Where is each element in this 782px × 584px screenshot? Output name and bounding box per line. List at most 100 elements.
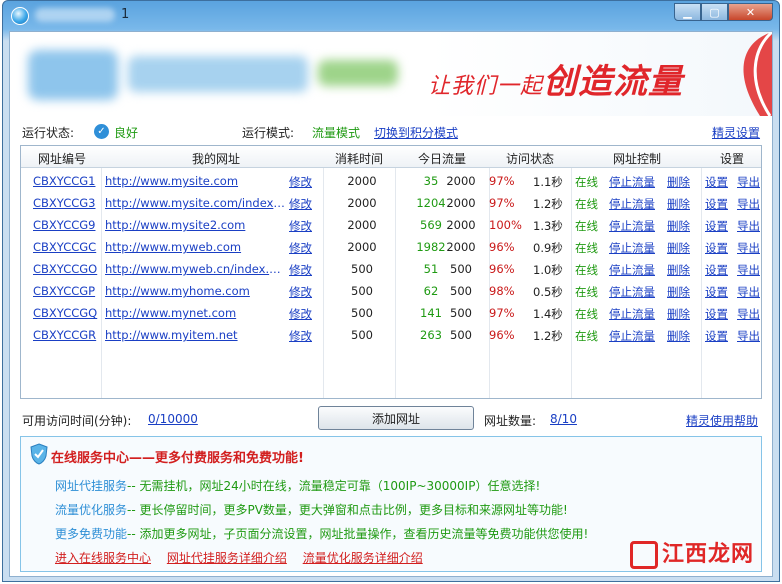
row-settings-link[interactable]: 设置: [705, 174, 728, 190]
service-line-value: -- 更长停留时间，更多PV数量，更大弹窗和点击比例，更多目标和来源网址等功能!: [127, 503, 568, 517]
row-export-link[interactable]: 导出: [737, 240, 760, 256]
switch-mode-link[interactable]: 切换到积分模式: [374, 124, 458, 141]
app-window: 1 ▁ ▢ ✕ 让我们一起创造流量 运行状态: ✓ 良好 运行模式: 流量模式 …: [2, 0, 780, 582]
service-line-key: 流量优化服务: [55, 503, 128, 517]
status-line: 运行状态: ✓ 良好 运行模式: 流量模式 切换到积分模式 精灵设置: [22, 123, 762, 141]
row-export-link[interactable]: 导出: [737, 218, 760, 234]
row-today-traffic: 569: [420, 218, 442, 232]
row-url-link[interactable]: http://www.mysite2.com: [105, 218, 285, 232]
row-delete-link[interactable]: 删除: [667, 196, 690, 212]
row-percent: 97%: [489, 196, 515, 210]
hosting-detail-link[interactable]: 网址代挂服务详细介绍: [167, 551, 287, 565]
banner-slogan: 让我们一起创造流量: [428, 54, 683, 103]
row-stop-link[interactable]: 停止流量: [609, 306, 655, 322]
title-bar[interactable]: 1 ▁ ▢ ✕: [3, 1, 779, 31]
row-settings-link[interactable]: 设置: [705, 306, 728, 322]
row-export-link[interactable]: 导出: [737, 174, 760, 190]
row-url-link[interactable]: http://www.myitem.net: [105, 328, 285, 342]
row-stop-link[interactable]: 停止流量: [609, 218, 655, 234]
row-edit-link[interactable]: 修改: [289, 328, 312, 344]
row-stop-link[interactable]: 停止流量: [609, 262, 655, 278]
row-stop-link[interactable]: 停止流量: [609, 196, 655, 212]
maximize-button[interactable]: ▢: [701, 3, 728, 21]
row-settings-link[interactable]: 设置: [705, 328, 728, 344]
row-export-link[interactable]: 导出: [737, 196, 760, 212]
settings-link[interactable]: 精灵设置: [712, 124, 760, 141]
row-today-traffic: 263: [420, 328, 442, 342]
row-delete-link[interactable]: 删除: [667, 218, 690, 234]
row-url-link[interactable]: http://www.mysite.com/index....: [105, 196, 285, 210]
count-value-link[interactable]: 8/10: [550, 412, 577, 426]
row-export-link[interactable]: 导出: [737, 306, 760, 322]
row-settings-link[interactable]: 设置: [705, 240, 728, 256]
row-id-link[interactable]: CBXYCCGQ: [33, 306, 97, 320]
row-delete-link[interactable]: 删除: [667, 174, 690, 190]
row-export-link[interactable]: 导出: [737, 262, 760, 278]
time-value-link[interactable]: 0/10000: [148, 412, 198, 426]
run-state-label: 运行状态:: [22, 126, 75, 140]
row-settings-link[interactable]: 设置: [705, 262, 728, 278]
row-export-link[interactable]: 导出: [737, 328, 760, 344]
row-delete-link[interactable]: 删除: [667, 328, 690, 344]
table-row[interactable]: CBXYCCGR http://www.myitem.net 修改 500 263 500…: [21, 324, 761, 346]
table-row[interactable]: CBXYCCG9 http://www.mysite2.com 修改 2000 569 2…: [21, 214, 761, 236]
row-edit-link[interactable]: 修改: [289, 240, 312, 256]
header-id: 网址编号: [37, 152, 86, 166]
row-settings-link[interactable]: 设置: [705, 284, 728, 300]
row-edit-link[interactable]: 修改: [289, 284, 312, 300]
row-stop-link[interactable]: 停止流量: [609, 174, 655, 190]
row-url-link[interactable]: http://www.mynet.com: [105, 306, 285, 320]
table-row[interactable]: CBXYCCGP http://www.myhome.com 修改 500 62 500 9…: [21, 280, 761, 302]
row-cost: 500: [351, 328, 373, 342]
row-id-link[interactable]: CBXYCCG3: [33, 196, 95, 210]
banner: 让我们一起创造流量: [10, 32, 772, 116]
row-stop-link[interactable]: 停止流量: [609, 328, 655, 344]
row-export-link[interactable]: 导出: [737, 284, 760, 300]
row-id-link[interactable]: CBXYCCG9: [33, 218, 95, 232]
row-online: 在线: [575, 329, 598, 343]
row-delete-link[interactable]: 删除: [667, 284, 690, 300]
optimize-detail-link[interactable]: 流量优化服务详细介绍: [303, 551, 423, 565]
table-row[interactable]: CBXYCCGQ http://www.mynet.com 修改 500 141 500 9…: [21, 302, 761, 324]
row-cost: 2000: [347, 196, 377, 210]
row-delete-link[interactable]: 删除: [667, 306, 690, 322]
row-delete-link[interactable]: 删除: [667, 240, 690, 256]
row-url-link[interactable]: http://www.myweb.com: [105, 240, 285, 254]
row-url-link[interactable]: http://www.myhome.com: [105, 284, 285, 298]
url-table: 网址编号 我的网址 消耗时间 今日流量 访问状态 网址控制 设置 CBXYCCG…: [20, 145, 762, 399]
row-edit-link[interactable]: 修改: [289, 218, 312, 234]
row-url-link[interactable]: http://www.myweb.cn/index.htm: [105, 262, 285, 276]
slogan-small: 让我们一起: [428, 74, 544, 99]
row-percent: 97%: [489, 306, 515, 320]
row-edit-link[interactable]: 修改: [289, 306, 312, 322]
row-settings-link[interactable]: 设置: [705, 196, 728, 212]
row-edit-link[interactable]: 修改: [289, 196, 312, 212]
minimize-button[interactable]: ▁: [674, 3, 701, 21]
help-link[interactable]: 精灵使用帮助: [686, 412, 758, 429]
table-row[interactable]: CBXYCCGC http://www.myweb.com 修改 2000 1982 20…: [21, 236, 761, 258]
add-url-button[interactable]: 添加网址: [318, 406, 474, 430]
row-id-link[interactable]: CBXYCCGR: [33, 328, 96, 342]
row-edit-link[interactable]: 修改: [289, 262, 312, 278]
row-settings-link[interactable]: 设置: [705, 218, 728, 234]
row-id-link[interactable]: CBXYCCG1: [33, 174, 95, 188]
service-center-link[interactable]: 进入在线服务中心: [55, 551, 151, 565]
row-stop-link[interactable]: 停止流量: [609, 284, 655, 300]
row-delete-link[interactable]: 删除: [667, 262, 690, 278]
row-limit: 2000: [446, 196, 476, 210]
row-id-link[interactable]: CBXYCCGP: [33, 284, 95, 298]
row-url-link[interactable]: http://www.mysite.com: [105, 174, 285, 188]
row-id-link[interactable]: CBXYCCGC: [33, 240, 96, 254]
row-limit: 500: [450, 306, 472, 320]
close-button[interactable]: ✕: [728, 3, 773, 21]
service-line: 更多免费功能-- 添加更多网址，子页面分流设置，网址批量操作，查看历史流量等免费…: [55, 525, 588, 542]
row-edit-link[interactable]: 修改: [289, 174, 312, 190]
table-row[interactable]: CBXYCCGO http://www.myweb.cn/index.htm 修改 5…: [21, 258, 761, 280]
table-row[interactable]: CBXYCCG3 http://www.mysite.com/index.... 修…: [21, 192, 761, 214]
table-row[interactable]: CBXYCCG1 http://www.mysite.com 修改 2000 35 200…: [21, 170, 761, 192]
row-limit: 2000: [446, 240, 476, 254]
row-stop-link[interactable]: 停止流量: [609, 240, 655, 256]
row-id-link[interactable]: CBXYCCGO: [33, 262, 97, 276]
header-today: 今日流量: [417, 152, 466, 166]
row-limit: 500: [450, 262, 472, 276]
